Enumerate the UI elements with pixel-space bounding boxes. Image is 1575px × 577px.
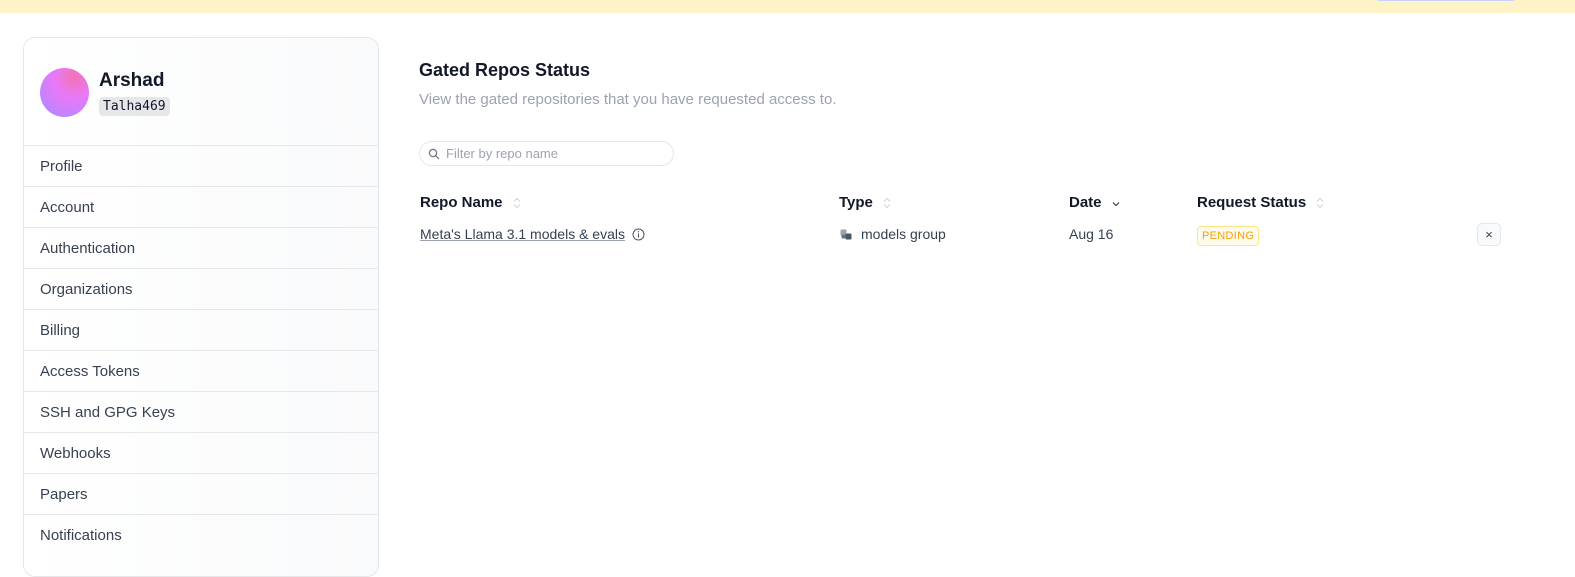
table-cell-status: PENDING [1197,226,1260,246]
column-label: Request Status [1197,194,1307,211]
sidebar-item-papers[interactable]: Papers [24,473,378,514]
chevron-down-icon [1112,201,1119,206]
status-badge: PENDING [1197,226,1260,246]
column-header-request-status[interactable]: Request Status [1197,194,1324,211]
sort-icon [1316,197,1324,208]
table-cell-repo-name: Meta's Llama 3.1 models & evals [420,226,645,242]
table-cell-date: Aug 16 [1069,226,1113,242]
settings-sidebar: Arshad Talha469 Profile Account Authenti… [23,37,379,577]
top-banner [0,0,1575,13]
page-subtitle: View the gated repositories that you hav… [419,91,837,108]
sort-icon [883,197,891,208]
column-label: Date [1069,194,1102,211]
column-header-repo-name[interactable]: Repo Name [420,194,521,211]
main-content: Gated Repos Status View the gated reposi… [419,60,1529,246]
type-label: models group [861,226,946,242]
sidebar-item-organizations[interactable]: Organizations [24,268,378,309]
sidebar-item-ssh-gpg-keys[interactable]: SSH and GPG Keys [24,391,378,432]
close-icon: × [1485,227,1493,242]
cubes-icon [840,229,852,240]
banner-button[interactable] [1376,0,1516,1]
sidebar-item-profile[interactable]: Profile [24,145,378,186]
sidebar-item-account[interactable]: Account [24,186,378,227]
table-cell-type: models group [839,226,946,242]
column-label: Type [839,194,873,211]
user-handle: Talha469 [99,97,170,116]
avatar[interactable] [40,68,89,117]
page-title: Gated Repos Status [419,60,591,80]
settings-nav: Profile Account Authentication Organizat… [24,145,378,555]
user-name: Arshad [99,70,165,91]
column-label: Repo Name [420,194,503,211]
search-icon [428,148,440,159]
filter-box[interactable] [419,141,674,166]
sidebar-item-notifications[interactable]: Notifications [24,514,378,555]
sort-icon [513,197,520,208]
sidebar-item-access-tokens[interactable]: Access Tokens [24,350,378,391]
column-header-type[interactable]: Type [839,194,891,211]
filter-input[interactable] [446,146,666,161]
remove-request-button[interactable]: × [1477,223,1501,246]
user-block: Arshad Talha469 [40,68,360,118]
sidebar-item-webhooks[interactable]: Webhooks [24,432,378,473]
column-header-date[interactable]: Date [1069,194,1120,211]
date-label: Aug 16 [1069,226,1114,242]
repo-link[interactable]: Meta's Llama 3.1 models & evals [420,226,625,242]
sidebar-item-billing[interactable]: Billing [24,309,378,350]
sidebar-item-authentication[interactable]: Authentication [24,227,378,268]
info-icon[interactable] [632,228,645,241]
